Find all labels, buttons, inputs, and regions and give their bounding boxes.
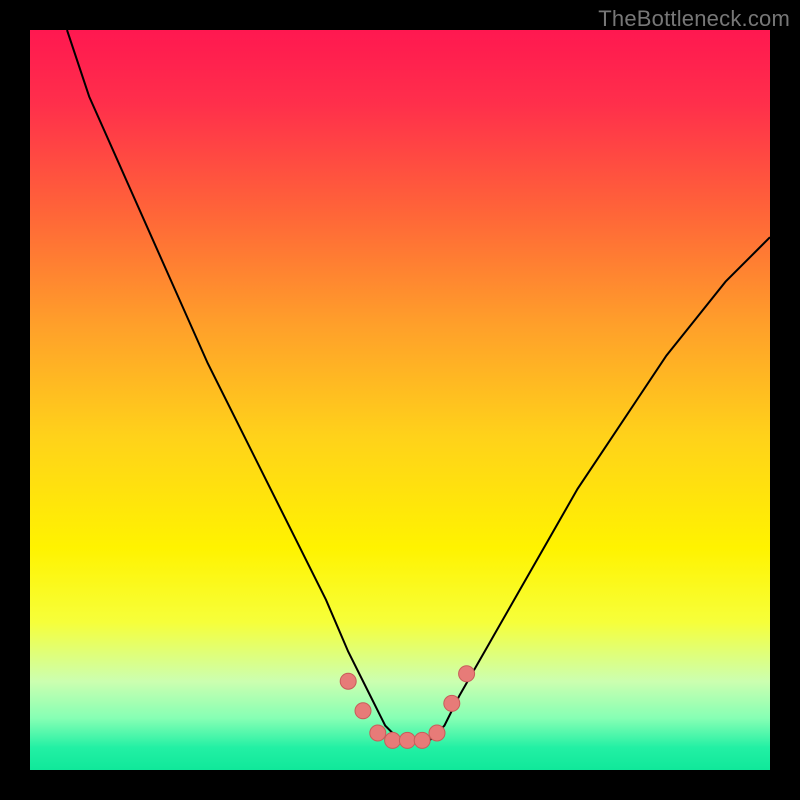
plot-area (30, 30, 770, 770)
trough-marker (340, 673, 356, 689)
watermark-text: TheBottleneck.com (598, 6, 790, 32)
trough-marker (385, 732, 401, 748)
chart-frame: TheBottleneck.com (0, 0, 800, 800)
curve-layer (30, 30, 770, 770)
trough-marker (370, 725, 386, 741)
trough-marker (355, 703, 371, 719)
trough-marker (444, 695, 460, 711)
trough-marker (429, 725, 445, 741)
trough-marker (414, 732, 430, 748)
trough-marker (399, 732, 415, 748)
bottleneck-curve (67, 30, 770, 740)
trough-marker-group (340, 666, 474, 749)
trough-marker (459, 666, 475, 682)
